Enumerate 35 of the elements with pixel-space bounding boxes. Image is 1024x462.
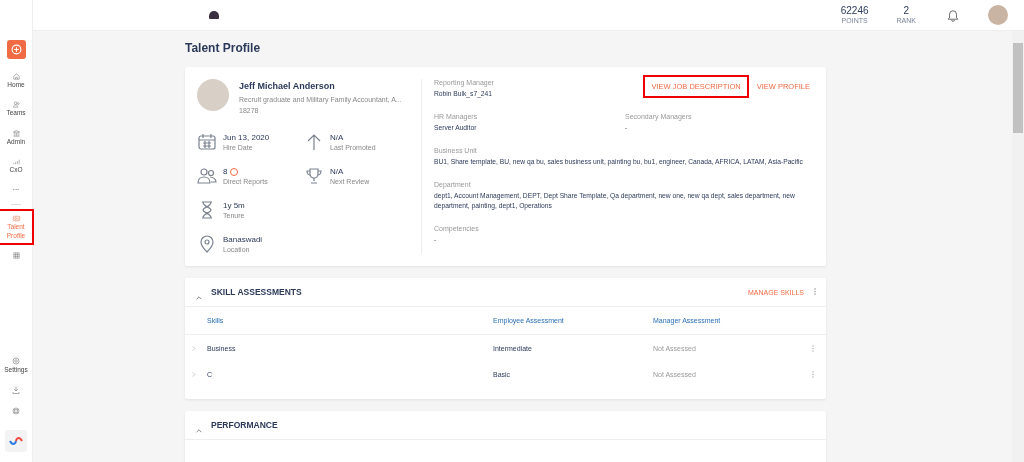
- fact-value: 1y 5m: [223, 201, 245, 211]
- scrollbar-thumb[interactable]: [1013, 43, 1023, 133]
- section-title: PERFORMANCE: [211, 420, 278, 431]
- id-card-icon: [11, 214, 21, 224]
- fact-value: N/A: [330, 167, 344, 177]
- plus-circle-icon: [10, 44, 22, 55]
- bar-chart-icon: [11, 157, 21, 167]
- stat-value: 62246: [840, 4, 869, 17]
- lifebuoy-icon: [11, 406, 21, 416]
- avatar: [197, 79, 229, 111]
- fact-value: 8: [223, 167, 228, 177]
- location-pin-icon: [197, 234, 217, 255]
- calendar-icon: [197, 132, 217, 153]
- bell-icon[interactable]: [946, 8, 960, 22]
- gear-icon: [11, 355, 21, 366]
- bank-icon: [11, 128, 21, 138]
- fact-value: N/A: [330, 133, 344, 143]
- employee-name: Jeff Michael Anderson: [239, 81, 336, 91]
- avatar[interactable]: [988, 5, 1008, 25]
- logo-icon: [209, 11, 219, 19]
- add-button[interactable]: [6, 40, 26, 59]
- stat-value: 2: [903, 4, 910, 17]
- fact-value: Banaswadi: [223, 235, 263, 245]
- trophy-icon: [304, 166, 324, 187]
- app-logo-icon[interactable]: [5, 430, 27, 452]
- grid-icon: [11, 251, 21, 261]
- expand-chevron-icon[interactable]: [191, 345, 197, 353]
- download-icon: [11, 385, 21, 395]
- expand-chevron-icon[interactable]: [191, 371, 197, 379]
- section-title: SKILL ASSESSMENTS: [211, 287, 302, 298]
- page-title: Talent Profile: [185, 41, 262, 55]
- people-icon: [197, 166, 217, 187]
- fact-value: Jun 13, 2020: [223, 133, 270, 143]
- home-icon: [11, 72, 21, 81]
- people-icon: [11, 100, 21, 110]
